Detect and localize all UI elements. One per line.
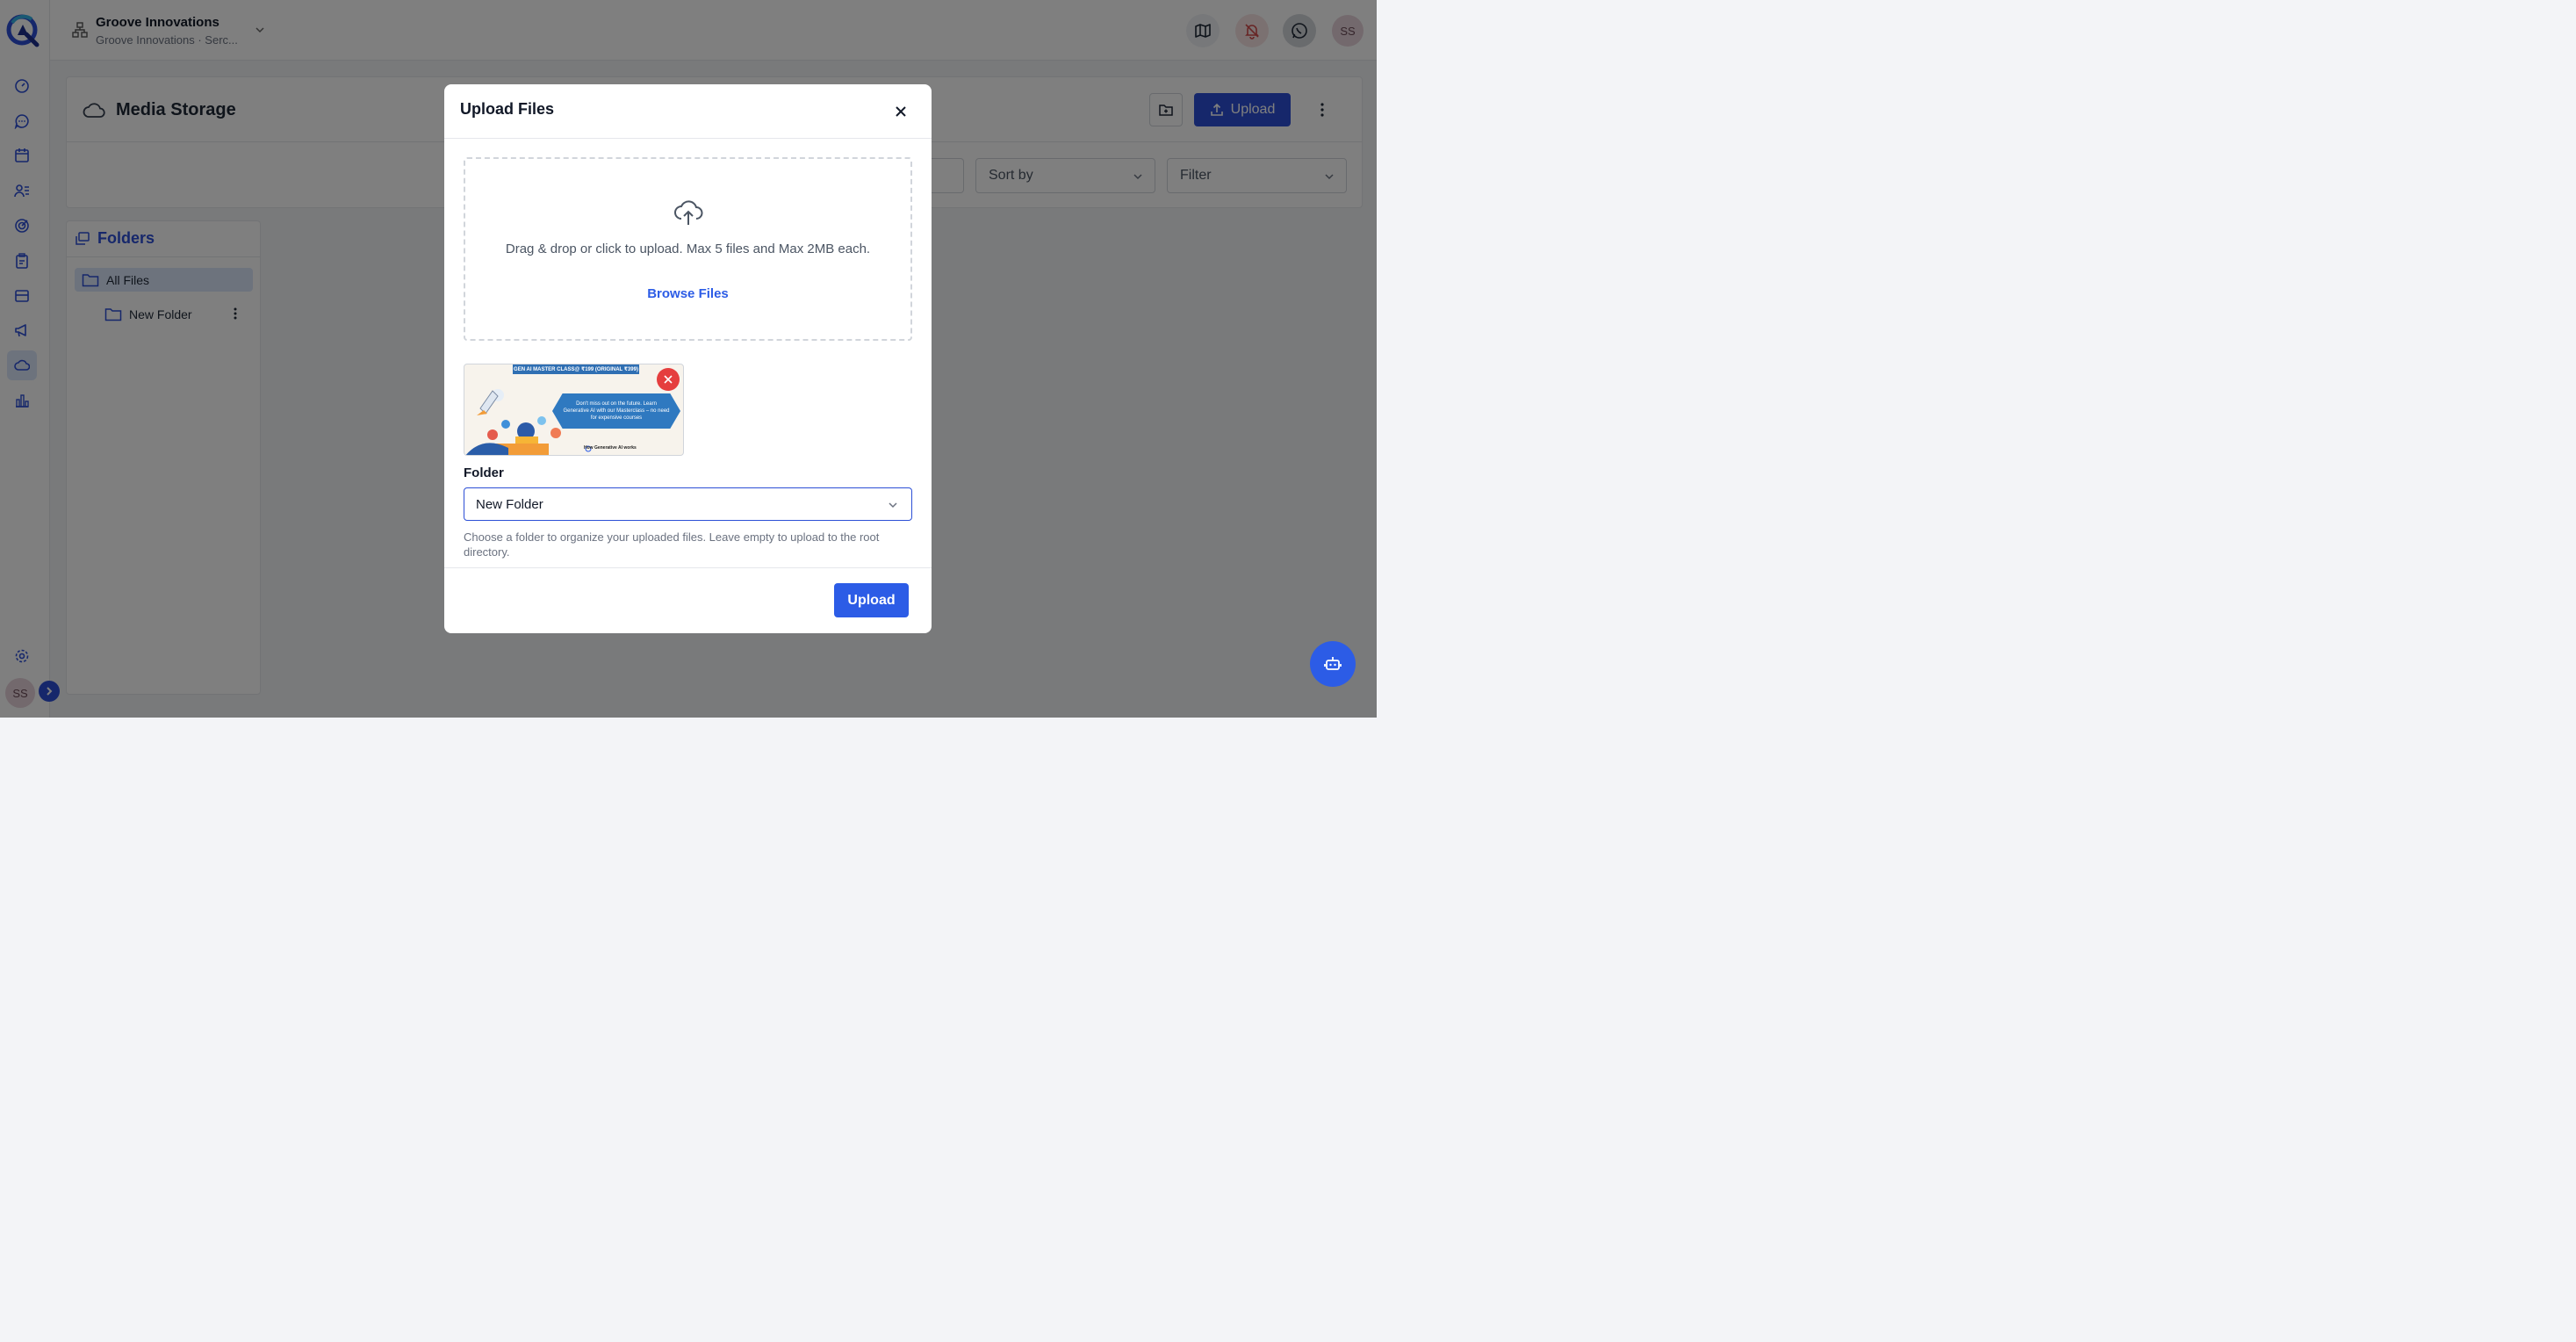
- thumbnail-message: Don't miss out on the future. Learn Gene…: [552, 393, 680, 429]
- close-button[interactable]: [891, 102, 910, 121]
- divider: [444, 567, 932, 568]
- folder-field-label: Folder: [464, 465, 504, 480]
- folder-select[interactable]: New Folder: [464, 487, 912, 521]
- close-icon: [896, 106, 906, 117]
- robot-icon: [1324, 657, 1342, 670]
- chevron-down-icon: [889, 502, 897, 509]
- browse-files-link[interactable]: Browse Files: [465, 286, 910, 301]
- modal-title: Upload Files: [460, 100, 555, 118]
- thumbnail-banner: GEN AI MASTER CLASS@ ₹199 (ORIGINAL ₹399…: [513, 364, 639, 374]
- file-dropzone[interactable]: Drag & drop or click to upload. Max 5 fi…: [464, 157, 912, 341]
- upload-files-modal: Upload Files Drag & drop or click to upl…: [444, 84, 932, 633]
- file-preview-thumbnail: GEN AI MASTER CLASS@ ₹199 (ORIGINAL ₹399…: [464, 364, 684, 456]
- modal-upload-button[interactable]: Upload: [834, 583, 909, 617]
- cloud-upload-icon: [674, 200, 703, 225]
- modal-header: Upload Files: [444, 84, 932, 139]
- folder-help-text: Choose a folder to organize your uploade…: [464, 530, 880, 559]
- remove-file-button[interactable]: [657, 368, 680, 391]
- thumbnail-caption: How Generative AI works: [584, 445, 637, 451]
- chatbot-button[interactable]: [1310, 641, 1356, 687]
- close-icon: [664, 375, 673, 384]
- folder-select-value: New Folder: [476, 496, 543, 512]
- dropzone-instructions: Drag & drop or click to upload. Max 5 fi…: [505, 242, 871, 256]
